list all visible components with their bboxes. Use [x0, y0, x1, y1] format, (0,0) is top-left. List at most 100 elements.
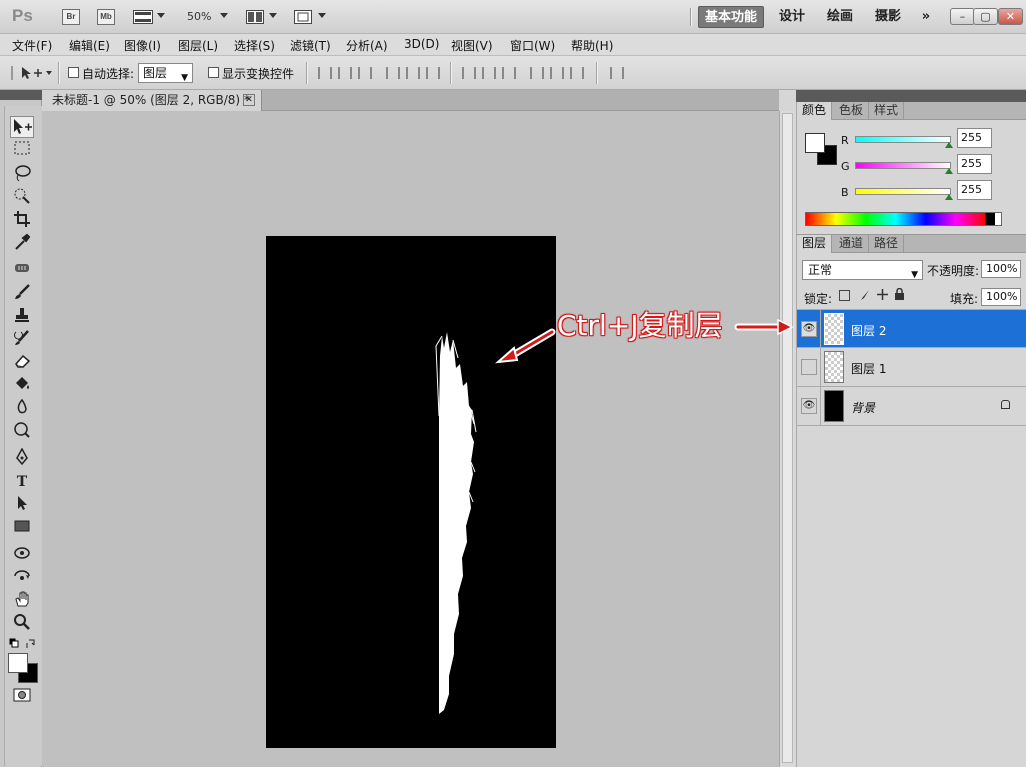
channel-g-slider[interactable] [855, 162, 951, 169]
menu-view[interactable]: 视图(V) [451, 37, 493, 54]
align-left-icon[interactable] [386, 67, 400, 79]
eyedropper-tool-icon[interactable] [10, 233, 34, 255]
lock-position-icon[interactable] [876, 288, 889, 301]
eye-icon[interactable]: 👁 [801, 398, 817, 414]
tab-color[interactable]: 颜色 [797, 102, 833, 120]
lock-all-icon[interactable] [894, 288, 905, 301]
fill-input[interactable]: 100% [981, 288, 1021, 306]
menu-window[interactable]: 窗口(W) [510, 37, 555, 54]
opacity-input[interactable]: 100% [981, 260, 1021, 278]
zoom-tool-icon[interactable] [10, 613, 34, 635]
restore-button[interactable]: ▢ [973, 8, 998, 25]
vertical-scrollbar[interactable] [779, 111, 795, 767]
tools-panel-grip[interactable] [0, 90, 42, 100]
layer-name[interactable]: 图层 1 [851, 360, 886, 377]
pen-tool-icon[interactable] [10, 447, 34, 470]
menu-3d[interactable]: 3D(D) [404, 37, 439, 51]
tab-layers[interactable]: 图层 [797, 235, 833, 253]
show-transform-checkbox[interactable] [208, 67, 219, 78]
arrange-dropdown-icon[interactable] [269, 13, 277, 18]
arrange-documents-icon[interactable] [246, 10, 264, 24]
auto-align-layers-icon[interactable] [610, 67, 624, 79]
menu-layer[interactable]: 图层(L) [178, 37, 218, 54]
menu-analysis[interactable]: 分析(A) [346, 37, 388, 54]
rectangle-tool-icon[interactable] [10, 517, 34, 539]
color-foreground-swatch[interactable] [805, 133, 825, 153]
distribute-vcenter-icon[interactable] [482, 67, 496, 79]
align-top-icon[interactable] [318, 67, 332, 79]
minimize-button[interactable]: – [950, 8, 975, 25]
quick-mask-icon[interactable] [10, 687, 34, 709]
channel-b-slider[interactable] [855, 188, 951, 195]
tab-styles[interactable]: 样式 [869, 102, 905, 120]
eye-icon[interactable]: 👁 [801, 321, 817, 337]
menu-edit[interactable]: 编辑(E) [69, 37, 110, 54]
mini-bridge-button[interactable]: Mb [97, 9, 115, 25]
lasso-tool-icon[interactable] [10, 164, 34, 186]
align-vcenter-icon[interactable] [338, 67, 352, 79]
align-right-icon[interactable] [426, 67, 440, 79]
close-icon[interactable]: ✕ [243, 94, 255, 106]
workspace-design[interactable]: 设计 [772, 6, 812, 28]
align-hcenter-icon[interactable] [406, 67, 420, 79]
channel-r-slider[interactable] [855, 136, 951, 143]
blend-mode-dropdown[interactable]: 正常 ▼ [802, 260, 923, 280]
channel-g-input[interactable]: 255 [957, 154, 992, 174]
hand-tool-icon[interactable] [10, 590, 34, 612]
distribute-right-icon[interactable] [570, 67, 584, 79]
layer-row-background[interactable]: 👁 背景 [797, 387, 1026, 426]
tab-paths[interactable]: 路径 [869, 235, 905, 253]
move-tool-icon[interactable] [10, 116, 34, 138]
close-button[interactable]: ✕ [998, 8, 1023, 25]
eraser-tool-icon[interactable] [10, 352, 34, 374]
path-selection-tool-icon[interactable] [10, 494, 34, 516]
3d-rotate-tool-icon[interactable] [10, 544, 34, 566]
more-workspaces-icon[interactable]: » [912, 6, 940, 28]
channel-g-marker[interactable] [945, 168, 953, 174]
document-tab[interactable]: 未标题-1 @ 50% (图层 2, RGB/8) * ✕ [42, 90, 262, 111]
channel-r-input[interactable]: 255 [957, 128, 992, 148]
distribute-hcenter-icon[interactable] [550, 67, 564, 79]
dodge-tool-icon[interactable] [10, 421, 34, 443]
distribute-bottom-icon[interactable] [502, 67, 516, 79]
workspace-photography[interactable]: 摄影 [870, 6, 906, 28]
spot-healing-tool-icon[interactable] [10, 260, 34, 282]
move-tool-preset-icon[interactable] [8, 65, 52, 81]
layer-name[interactable]: 背景 [851, 399, 875, 416]
channel-r-marker[interactable] [945, 142, 953, 148]
layer-row-layer-1[interactable]: 图层 1 [797, 348, 1026, 387]
zoom-level[interactable]: 50% [187, 10, 211, 23]
screen-mode-icon[interactable] [294, 10, 312, 24]
lock-image-icon[interactable] [859, 289, 871, 301]
color-spectrum-bar[interactable] [805, 212, 1002, 226]
layer-row-layer-2[interactable]: 👁 图层 2 [797, 309, 1026, 349]
menu-help[interactable]: 帮助(H) [571, 37, 613, 54]
view-extras-dropdown-icon[interactable] [157, 13, 165, 18]
channel-b-marker[interactable] [945, 194, 953, 200]
zoom-dropdown-icon[interactable] [220, 13, 228, 18]
workspace-essentials[interactable]: 基本功能 [698, 6, 764, 28]
workspace-painting[interactable]: 绘画 [822, 6, 858, 28]
foreground-color-swatch[interactable] [8, 653, 28, 673]
default-colors-icon[interactable] [9, 638, 37, 650]
history-brush-tool-icon[interactable] [10, 329, 34, 351]
menu-file[interactable]: 文件(F) [12, 37, 52, 54]
crop-tool-icon[interactable] [10, 210, 34, 232]
marquee-tool-icon[interactable] [10, 140, 34, 162]
view-extras-icon[interactable] [133, 10, 153, 24]
clone-stamp-tool-icon[interactable] [10, 306, 34, 328]
brush-tool-icon[interactable] [10, 283, 34, 305]
menu-filter[interactable]: 滤镜(T) [290, 37, 331, 54]
tab-swatches[interactable]: 色板 [834, 102, 870, 120]
auto-select-dropdown[interactable]: 图层 ▼ [138, 63, 193, 83]
auto-select-checkbox[interactable] [68, 67, 79, 78]
visibility-toggle[interactable] [801, 359, 817, 375]
scrollbar-thumb[interactable] [782, 113, 793, 763]
align-bottom-icon[interactable] [358, 67, 372, 79]
distribute-top-icon[interactable] [462, 67, 476, 79]
document-canvas[interactable] [266, 236, 556, 748]
3d-orbit-tool-icon[interactable] [10, 567, 34, 589]
menu-select[interactable]: 选择(S) [234, 37, 275, 54]
channel-b-input[interactable]: 255 [957, 180, 992, 200]
lock-transparency-icon[interactable] [839, 290, 850, 301]
